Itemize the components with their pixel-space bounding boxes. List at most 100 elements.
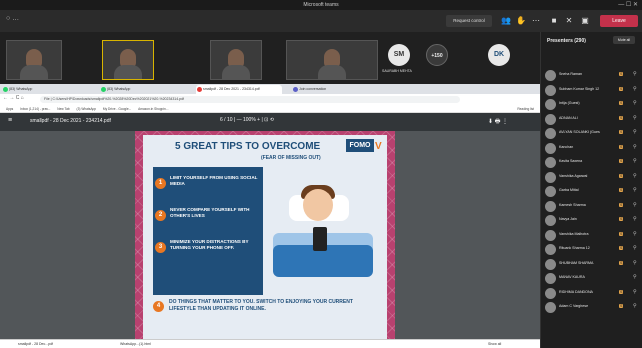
participant-avatar — [545, 128, 556, 139]
participant-avatar — [545, 302, 556, 313]
more-participants-avatar[interactable]: +150 — [426, 44, 448, 66]
participant-badge: S — [619, 101, 624, 105]
download-bar: smallpdf - 28 Dec...pdf WhatsApp...(1).h… — [0, 339, 540, 348]
leave-button[interactable]: Leave — [600, 15, 638, 27]
participant-name: Vanshika Agarwal — [559, 173, 588, 178]
request-control-button[interactable]: Request control — [446, 15, 492, 27]
bookmark[interactable]: (3) WhatsApp — [77, 107, 97, 111]
pdf-toolbar: ≡ smallpdf - 28 Dec 2021 - 234214.pdf 6 … — [0, 113, 540, 131]
avatar-dk[interactable]: DK — [488, 44, 510, 66]
browser-tab[interactable]: (83) WhatsApp — [100, 85, 162, 94]
participant-name: SHUBHAM SHARMA — [559, 260, 594, 265]
bookmark[interactable]: New Tab — [57, 107, 69, 111]
participant-badge: S — [619, 260, 624, 265]
tip-number: 1 — [155, 178, 166, 189]
mic-icon: ⚲ — [633, 158, 637, 164]
participant-row[interactable]: Vanshika Malhotra S ⚲ — [541, 228, 642, 243]
raise-hand-icon[interactable]: ✋ — [516, 16, 526, 26]
url-field[interactable]: File | C:/Users/HP/Downloads/smallpdf%20… — [40, 96, 460, 103]
browser-tabs: (83) WhatsApp (83) WhatsApp smallpdf - 2… — [0, 84, 540, 94]
pdf-tools[interactable]: ⬇ 🖶 ⋮ — [488, 117, 508, 127]
participant-name: Garba Mittal — [559, 188, 579, 192]
participant-row[interactable]: Navya Jain S ⚲ — [541, 213, 642, 228]
teams-window: Microsoft teams — ☐ ✕ ○ … Request contro… — [0, 0, 642, 348]
participant-name: Vanshika Malhotra — [559, 231, 589, 236]
participant-badge: S — [619, 231, 624, 236]
participant-row[interactable]: AVLYAN SOLANKI (Gues S ⚲ — [541, 126, 642, 141]
video-tile-speaking[interactable] — [102, 40, 154, 80]
participant-row[interactable]: Adam C Varghese S ⚲ — [541, 300, 642, 315]
bookmark[interactable]: Apps — [6, 107, 13, 111]
participant-badge: S — [619, 86, 624, 91]
browser-tab[interactable]: Join conversation — [292, 85, 362, 94]
tab-label: smallpdf - 28 Dec 2021 - 234314.pdf — [203, 87, 260, 91]
participant-row[interactable]: Kavita Saxena S ⚲ — [541, 155, 642, 170]
reading-list[interactable]: Reading list — [517, 105, 534, 113]
tip-number: 2 — [155, 210, 166, 221]
participant-badge: S — [619, 144, 624, 149]
participant-row[interactable]: Kanchan S ⚲ — [541, 141, 642, 156]
participant-row[interactable]: Subham Kumar Singh 12 S ⚲ — [541, 83, 642, 98]
participant-avatar — [545, 258, 556, 270]
avatar-sm[interactable]: SM — [388, 44, 410, 66]
video-tile[interactable] — [286, 40, 378, 80]
participant-avatar — [545, 157, 556, 168]
more-icon[interactable]: ○ … — [6, 15, 19, 22]
participant-name: Sneha Raman — [559, 72, 582, 76]
bookmarks-bar: Apps Inbox (1,214) - prav... New Tab (3)… — [0, 105, 540, 113]
participant-row[interactable]: SHUBHAM SHARMA S ⚲ — [541, 257, 642, 272]
participant-avatar — [545, 273, 556, 284]
tab-label: (83) WhatsApp — [9, 87, 33, 91]
participant-name: Rituank Sharma 12 — [559, 246, 590, 250]
download-item[interactable]: smallpdf - 28 Dec...pdf — [18, 340, 53, 348]
whatsapp-icon — [3, 87, 8, 92]
participant-badge: S — [619, 188, 624, 192]
participant-row[interactable]: Intija (Guest) S ⚲ — [541, 97, 642, 112]
participant-avatar — [545, 84, 556, 96]
mic-icon[interactable]: ✕ — [564, 16, 574, 26]
participant-avatar — [545, 113, 556, 125]
infographic-subtitle: (FEAR OF MISSING OUT) — [261, 155, 321, 161]
fomo-badge: FOMO — [346, 139, 374, 152]
bookmark[interactable]: My Drive - Google... — [103, 107, 131, 111]
mic-icon: ⚲ — [633, 114, 637, 121]
people-icon[interactable]: 👥 — [501, 16, 511, 26]
participant-row[interactable]: Vanshika Agarwal S ⚲ — [541, 170, 642, 185]
participant-name: Kavita Saxena — [559, 159, 583, 163]
more-options-icon[interactable]: ⋯ — [531, 16, 541, 26]
presenters-header: Presenters (290) — [547, 38, 586, 44]
bookmark[interactable]: Amazon.in Shoppin... — [138, 107, 168, 111]
pdf-viewer[interactable]: 5 GREAT TIPS TO OVERCOME FOMO (FEAR OF M… — [0, 131, 540, 339]
participant-row[interactable]: MANAV KAURA ⚲ — [541, 271, 642, 286]
whatsapp-icon — [101, 87, 106, 92]
participant-name: AVLYAN SOLANKI (Gues — [559, 130, 600, 134]
page-zoom-controls[interactable]: 6 / 10 | — 100% + | ⊡ ⟲ — [220, 117, 274, 123]
menu-icon[interactable]: ≡ — [8, 117, 12, 124]
window-controls[interactable]: — ☐ ✕ — [618, 0, 638, 10]
participant-row[interactable]: Sneha Raman S ⚲ — [541, 68, 642, 83]
infographic-title: 5 GREAT TIPS TO OVERCOME — [175, 141, 321, 152]
tip-number: 3 — [155, 242, 166, 253]
participant-name: MANAV KAURA — [559, 275, 585, 279]
camera-icon[interactable]: ■ — [549, 16, 559, 26]
avatar-initials: DK — [493, 51, 505, 58]
share-icon[interactable]: ▣ — [580, 16, 590, 26]
person-in-bed-illustration — [273, 175, 373, 283]
participant-row[interactable]: RIDHIMA DANDONA S ⚲ — [541, 286, 642, 301]
participant-row[interactable]: Rituank Sharma 12 S ⚲ — [541, 242, 642, 257]
participant-row[interactable]: ADNAN ALI S ⚲ — [541, 112, 642, 127]
mic-icon: ⚲ — [633, 143, 637, 150]
video-tile[interactable] — [6, 40, 62, 80]
download-item[interactable]: WhatsApp...(1).html — [120, 340, 151, 348]
video-tile[interactable] — [210, 40, 262, 80]
nav-buttons[interactable]: ← → C ⌂ — [3, 95, 24, 101]
participant-name: Subham Kumar Singh 12 — [559, 86, 600, 91]
show-all-button[interactable]: Show all — [488, 340, 501, 348]
participant-row[interactable]: Garba Mittal S ⚲ — [541, 184, 642, 199]
mute-all-button[interactable]: Mute all — [613, 36, 635, 44]
bookmark[interactable]: Inbox (1,214) - prav... — [20, 107, 50, 111]
browser-tab-active[interactable]: smallpdf - 28 Dec 2021 - 234314.pdf — [196, 85, 282, 94]
browser-tab[interactable]: (83) WhatsApp — [2, 85, 64, 94]
participant-row[interactable]: Kamesh Sharma S ⚲ — [541, 199, 642, 214]
person-body — [20, 65, 48, 79]
